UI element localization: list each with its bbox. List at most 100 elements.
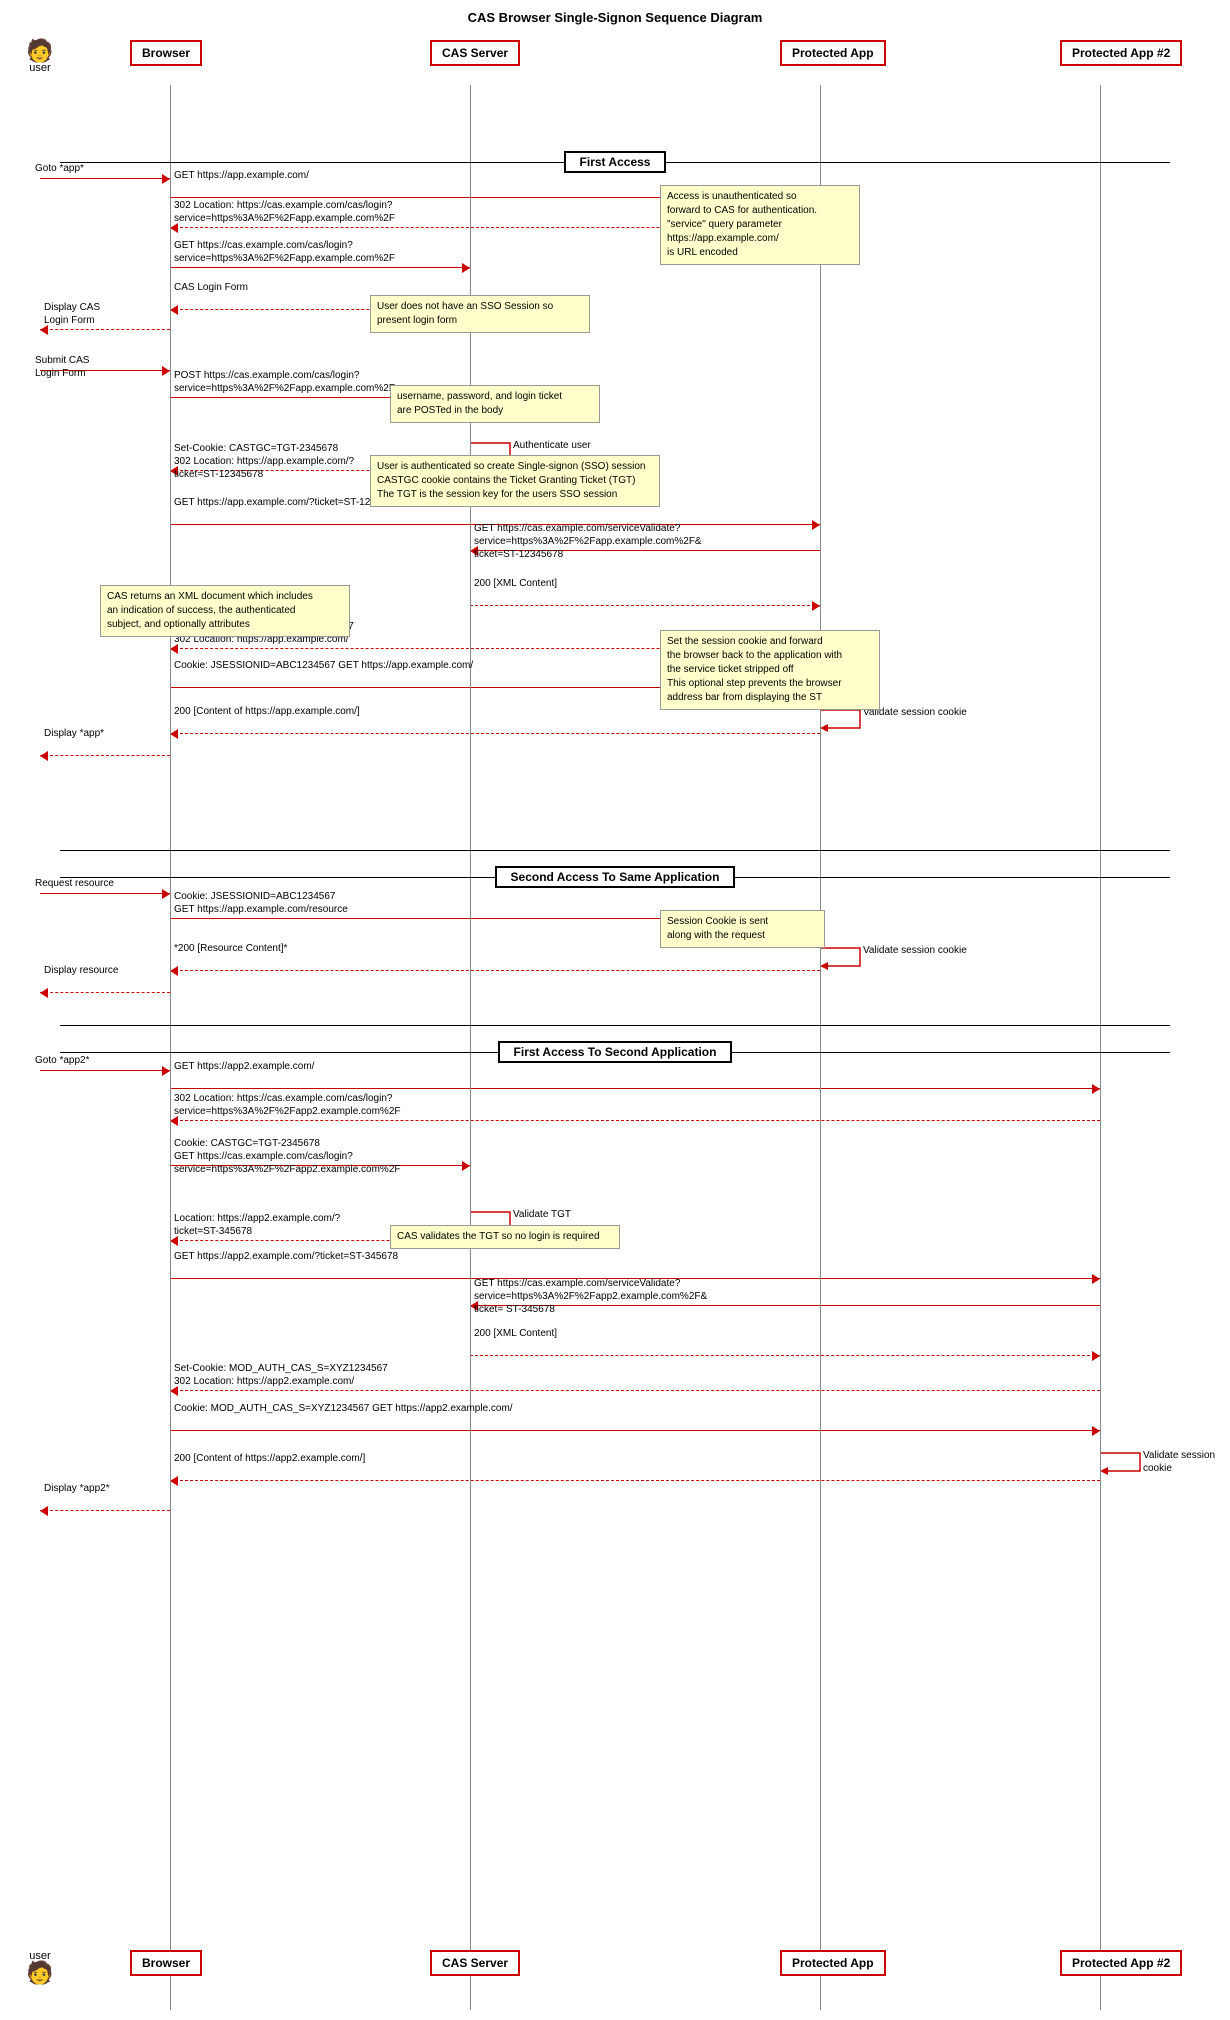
arrow-head-right <box>462 1161 470 1171</box>
message-arrow <box>170 1430 1100 1432</box>
arrow-line <box>470 605 820 606</box>
message-label: Display CASLogin Form <box>44 301 100 327</box>
message-label: 200 [Content of https://app.example.com/… <box>174 705 360 718</box>
message-label: Set-Cookie: MOD_AUTH_CAS_S=XYZ1234567302… <box>174 1362 388 1388</box>
message-arrow <box>40 992 170 994</box>
message-arrow <box>40 329 170 331</box>
arrow-line <box>40 178 170 179</box>
message-label: 200 [XML Content] <box>474 577 557 590</box>
message-arrow <box>170 1088 1100 1090</box>
message-label: Submit CASLogin Form <box>35 354 89 380</box>
message-label: 302 Location: https://cas.example.com/ca… <box>174 1092 401 1118</box>
self-arrow <box>820 708 865 733</box>
actor-label: user <box>29 62 50 74</box>
arrow-line <box>170 267 470 268</box>
arrow-head-left <box>170 1476 178 1486</box>
message-label: Cookie: JSESSIONID=ABC1234567GET https:/… <box>174 890 348 916</box>
self-arrow <box>1100 1451 1145 1476</box>
arrow-line <box>170 1120 1100 1121</box>
note-4: CAS returns an XML document which includ… <box>100 585 350 637</box>
arrow-head-right <box>1092 1351 1100 1361</box>
arrow-line <box>40 329 170 330</box>
message-label: Location: https://app2.example.com/?tick… <box>174 1212 340 1238</box>
message-label: Set-Cookie: CASTGC=TGT-2345678302 Locati… <box>174 442 354 481</box>
message-label: GET https://cas.example.com/serviceValid… <box>474 522 702 561</box>
arrow-head-right <box>1092 1426 1100 1436</box>
arrow-line <box>170 1480 1100 1481</box>
arrow-head-right <box>162 889 170 899</box>
message-arrow <box>170 970 820 972</box>
participant-bottom-browser: Browser <box>130 1950 202 1976</box>
participant-bottom-cas: CAS Server <box>430 1950 520 1976</box>
participant-bottom-app2: Protected App #2 <box>1060 1950 1182 1976</box>
message-arrow <box>40 755 170 757</box>
arrow-head-left <box>40 988 48 998</box>
arrow-line <box>40 755 170 756</box>
message-arrow <box>170 267 470 269</box>
message-arrow <box>170 1390 1100 1392</box>
message-label: POST https://cas.example.com/cas/login?s… <box>174 369 395 395</box>
message-arrow-short <box>40 1070 170 1072</box>
note-0: Access is unauthenticated soforward to C… <box>660 185 860 265</box>
section-label: Second Access To Same Application <box>495 866 736 888</box>
arrow-head-left <box>40 751 48 761</box>
arrow-head-left <box>170 305 178 315</box>
actor-top-user: 🧑user <box>20 40 60 74</box>
section-label: First Access To Second Application <box>498 1041 733 1063</box>
arrow-line <box>170 970 820 971</box>
note-3: User is authenticated so create Single-s… <box>370 455 660 507</box>
msg-label: Validate TGT <box>513 1208 571 1221</box>
section-label: First Access <box>564 151 667 173</box>
participant-top-browser: Browser <box>130 40 202 66</box>
participant-top-cas: CAS Server <box>430 40 520 66</box>
note-5: Set the session cookie and forwardthe br… <box>660 630 880 710</box>
actor-bottom-user: user🧑 <box>20 1950 60 1984</box>
message-label: Cookie: MOD_AUTH_CAS_S=XYZ1234567 GET ht… <box>174 1402 513 1415</box>
arrow-line <box>470 1355 1100 1356</box>
message-label: GET https://cas.example.com/serviceValid… <box>474 1277 707 1316</box>
message-label: GET https://app2.example.com/?ticket=ST-… <box>174 1250 398 1263</box>
arrow-line <box>40 992 170 993</box>
arrow-line <box>170 1390 1100 1391</box>
section-first-access-to-second-application: First Access To Second Application <box>60 1040 1170 1064</box>
message-arrow <box>170 1120 1100 1122</box>
message-label: *200 [Resource Content]* <box>174 942 287 955</box>
self-arrow <box>820 946 865 971</box>
message-arrow <box>170 1480 1100 1482</box>
participant-top-app1: Protected App <box>780 40 886 66</box>
message-label: GET https://cas.example.com/cas/login?se… <box>174 239 395 265</box>
arrow-head-right <box>812 601 820 611</box>
msg-label: Validate session cookie <box>1143 1449 1230 1475</box>
message-arrow <box>40 1510 170 1512</box>
section-separator <box>60 1025 1170 1026</box>
arrow-line <box>40 1510 170 1511</box>
participant-bottom-app1: Protected App <box>780 1950 886 1976</box>
participant-top-app2: Protected App #2 <box>1060 40 1182 66</box>
arrow-line <box>170 1430 1100 1431</box>
diagram-title: CAS Browser Single-Signon Sequence Diagr… <box>10 10 1220 25</box>
arrow-head-right <box>462 263 470 273</box>
arrow-head-right <box>162 174 170 184</box>
arrow-line <box>170 733 820 734</box>
message-label: Display *app2* <box>44 1482 110 1495</box>
message-arrow-short <box>40 178 170 180</box>
message-arrow <box>170 733 820 735</box>
arrow-head-left <box>170 966 178 976</box>
arrow-line <box>40 1070 170 1071</box>
arrow-line <box>170 1088 1100 1089</box>
arrow-head-left <box>40 1506 48 1516</box>
msg-label: Validate session cookie <box>863 944 967 957</box>
message-label: 200 [XML Content] <box>474 1327 557 1340</box>
message-label: Cookie: CASTGC=TGT-2345678GET https://ca… <box>174 1137 401 1176</box>
message-arrow <box>470 605 820 607</box>
message-label: Display *app* <box>44 727 104 740</box>
arrow-head-right <box>162 366 170 376</box>
msg-label: Authenticate user <box>513 439 591 452</box>
note-7: CAS validates the TGT so no login is req… <box>390 1225 620 1249</box>
arrow-line <box>40 893 170 894</box>
note-1: User does not have an SSO Session sopres… <box>370 295 590 333</box>
message-arrow-short <box>40 893 170 895</box>
message-label: Display resource <box>44 964 118 977</box>
arrow-head-right <box>162 1066 170 1076</box>
section-first-access: First Access <box>60 150 1170 174</box>
